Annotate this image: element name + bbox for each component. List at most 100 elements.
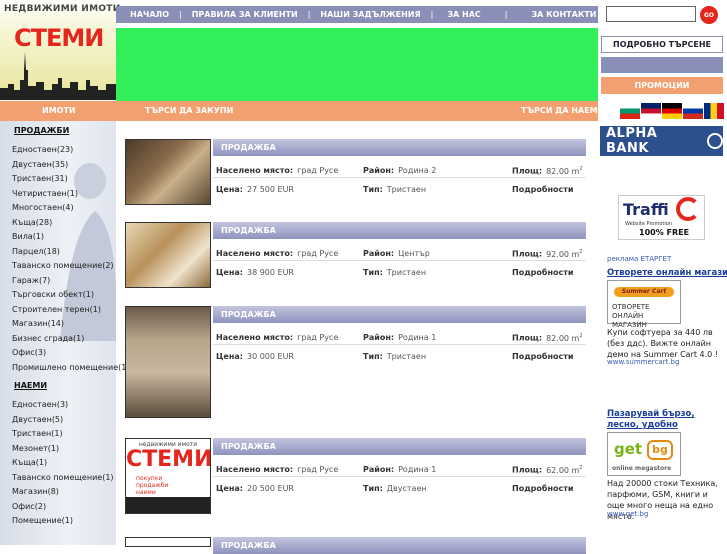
area-unit-sup: 2 [579, 333, 583, 339]
field-value: Тристаен [386, 352, 427, 361]
listing-photo[interactable]: недвижими имоти СТЕМИ покупки продажби нае… [125, 438, 211, 514]
ad1-headline-link[interactable]: Отворете онлайн магазин [607, 268, 727, 278]
ad2-url-link[interactable]: www.get.bg [607, 510, 648, 518]
menu-rent-title[interactable]: НАЕМИ [14, 381, 47, 390]
menu-rent-item[interactable]: Офис(2) [12, 502, 46, 511]
listing-field: Площ: 62.00 m2 [512, 465, 583, 475]
area-unit-sup: 2 [579, 249, 583, 255]
nav-obligations[interactable]: НАШИ ЗАДЪЛЖЕНИЯ [310, 10, 430, 19]
link-wants-to-rent[interactable]: ТЪРСИ ДА НАЕМЕ [521, 106, 603, 115]
uk-flag-icon[interactable] [641, 103, 661, 119]
menu-rent-item[interactable]: Едностаен(3) [12, 400, 68, 409]
alpha-bank-label: ALPHA BANK [606, 126, 658, 156]
details-link[interactable]: Подробности [512, 185, 573, 194]
field-label: Район: [363, 166, 395, 175]
row-divider [213, 177, 586, 178]
listing-header: ПРОДАЖБА [213, 306, 586, 323]
site-logo[interactable]: СТЕМИ [14, 24, 104, 52]
menu-rent-item[interactable]: Мезонет(1) [12, 444, 59, 453]
field-value: Двустаен [386, 484, 427, 493]
menu-rent-item[interactable]: Тристаен(1) [12, 429, 63, 438]
menu-rent-item[interactable]: Магазин(8) [12, 487, 59, 496]
menu-rent-item[interactable]: Таванско помещение(1) [12, 473, 114, 482]
menu-sale-item[interactable]: Магазин(14) [12, 319, 64, 328]
menu-sale-item[interactable]: Офис(3) [12, 348, 46, 357]
listing-field: Район: Родина 2 [363, 166, 436, 175]
field-value: 82.00 m [546, 333, 580, 343]
listing-photo[interactable] [125, 537, 211, 547]
link-wants-to-buy[interactable]: ТЪРСИ ДА ЗАКУПИ [145, 106, 233, 115]
field-value: Родина 1 [398, 465, 437, 474]
thumb-lines: покупки продажби наеми [136, 475, 169, 496]
field-value: 38 900 EUR [246, 268, 294, 277]
listing-photo[interactable] [125, 222, 211, 288]
field-label: Цена: [216, 185, 243, 194]
menu-sale-item[interactable]: Едностаен(23) [12, 145, 73, 154]
menu-sale-item[interactable]: Четиристаен(1) [12, 189, 78, 198]
menu-sale-item[interactable]: Вила(1) [12, 232, 44, 241]
menu-sale-item[interactable]: Промишлено помещение(1) [12, 363, 129, 372]
details-link[interactable]: Подробности [512, 268, 573, 277]
menu-rent-item[interactable]: Двустаен(5) [12, 415, 63, 424]
traffic-title: Traffi [623, 200, 669, 219]
field-value: град Русе [297, 465, 339, 474]
ad1-description: Купи софтуера за 440 лв (без ддс). Вижте… [607, 328, 719, 359]
listing-field: Тип: Тристаен [363, 268, 426, 277]
listing-field: Тип: Тристаен [363, 352, 426, 361]
top-navigation: НАЧАЛО | ПРАВИЛА ЗА КЛИЕНТИ | НАШИ ЗАДЪЛ… [116, 6, 598, 23]
details-link[interactable]: Подробности [512, 352, 573, 361]
menu-rent-item[interactable]: Помещение(1) [12, 516, 73, 525]
nav-contacts[interactable]: ЗА КОНТАКТИ [507, 10, 606, 19]
field-value: 82.00 m [546, 166, 580, 176]
alpha-bank-ad[interactable]: ALPHA BANK [600, 126, 723, 156]
field-label: Цена: [216, 352, 243, 361]
bg-flag-icon[interactable] [620, 103, 640, 119]
menu-sale-item[interactable]: Къща(28) [12, 218, 52, 227]
field-label: Район: [363, 249, 395, 258]
area-unit-sup: 2 [579, 166, 583, 172]
menu-sale-item[interactable]: Таванско помещение(2) [12, 261, 114, 270]
menu-sale-item[interactable]: Търговски обект(1) [12, 290, 94, 299]
menu-sale-item[interactable]: Гараж(7) [12, 276, 50, 285]
field-label: Район: [363, 465, 395, 474]
top-banner[interactable] [116, 28, 598, 101]
nav-about[interactable]: ЗА НАС [433, 10, 504, 19]
menu-sale-item[interactable]: Бизнес сграда(1) [12, 334, 84, 343]
field-value: 30 000 EUR [246, 352, 294, 361]
nav-client-rules[interactable]: ПРАВИЛА ЗА КЛИЕНТИ [182, 10, 308, 19]
ad1-url-link[interactable]: www.summercart.bg [607, 358, 679, 366]
nav-home[interactable]: НАЧАЛО [116, 10, 179, 19]
menu-sale-title[interactable]: ПРОДАЖБИ [14, 126, 69, 135]
ad2-headline-link[interactable]: Пазарувай бързо, лесно, удобно [607, 409, 723, 431]
listing-photo[interactable] [125, 139, 211, 205]
go-button[interactable]: GO [700, 6, 718, 24]
listing-field: Площ: 82.00 m2 [512, 166, 583, 176]
ad2-tagline: online megastore [612, 465, 672, 472]
details-link[interactable]: Подробности [512, 484, 573, 493]
ad-network-label[interactable]: реклама ЕТАРГЕТ [607, 255, 671, 263]
advanced-search-button[interactable]: ПОДРОБНО ТЪРСЕНЕ [601, 36, 723, 53]
menu-sale-item[interactable]: Двустаен(35) [12, 160, 68, 169]
menu-sale-item[interactable]: Парцел(18) [12, 247, 60, 256]
listing-photo[interactable] [125, 306, 211, 418]
field-value: град Русе [297, 249, 339, 258]
promotions-button[interactable]: ПРОМОЦИИ [601, 77, 723, 94]
field-label: Район: [363, 333, 395, 342]
de-flag-icon[interactable] [662, 103, 682, 119]
listing-field: Населено място: град Русе [216, 166, 338, 175]
traffic-promo-ad[interactable]: Traffi Website Promotion 100% FREE [618, 195, 705, 240]
menu-sale-item[interactable]: Тристаен(31) [12, 174, 68, 183]
ro-flag-icon[interactable] [704, 103, 724, 119]
listing-field: Цена: 30 000 EUR [216, 352, 294, 361]
listing-header: ПРОДАЖБА [213, 537, 586, 554]
search-input[interactable] [606, 6, 696, 22]
field-label: Тип: [363, 185, 383, 194]
side-menu-bar [601, 57, 723, 73]
ad2-image[interactable]: get bg online megastore [607, 432, 681, 476]
site-tagline: НЕДВИЖИМИ ИМОТИ [4, 4, 121, 14]
ad1-image[interactable]: Summer Cart ОТВОРЕТЕ ОНЛАЙН МАГАЗИН [607, 280, 681, 329]
ru-flag-icon[interactable] [683, 103, 703, 119]
menu-sale-item[interactable]: Многостаен(4) [12, 203, 74, 212]
menu-sale-item[interactable]: Строителен терен(1) [12, 305, 101, 314]
menu-rent-item[interactable]: Къща(1) [12, 458, 47, 467]
